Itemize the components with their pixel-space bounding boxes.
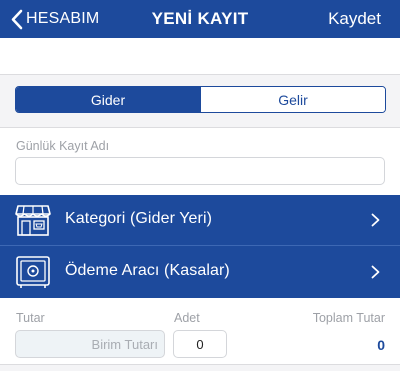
- quantity-label: Adet: [174, 311, 200, 325]
- record-name-label: Günlük Kayıt Adı: [16, 139, 110, 153]
- quantity-input[interactable]: [173, 330, 227, 358]
- store-icon: [15, 205, 51, 236]
- record-name-input[interactable]: [15, 157, 385, 185]
- unit-price-label: Tutar: [16, 311, 45, 325]
- save-button[interactable]: Kaydet: [328, 9, 381, 29]
- navigation-bar: HESABIM YENİ KAYIT Kaydet: [0, 0, 400, 38]
- payment-row[interactable]: Ödeme Aracı (Kasalar): [0, 246, 400, 298]
- divider: [0, 74, 400, 75]
- back-button-label: HESABIM: [26, 10, 100, 27]
- segment-income[interactable]: Gelir: [200, 87, 385, 112]
- segment-expense[interactable]: Gider: [16, 87, 200, 112]
- payment-label: Ödeme Aracı (Kasalar): [65, 262, 230, 279]
- unit-price-input[interactable]: [15, 330, 165, 358]
- amount-panel: Tutar Adet Toplam Tutar 0: [0, 298, 400, 364]
- category-label: Kategori (Gider Yeri): [65, 210, 213, 227]
- total-label: Toplam Tutar: [312, 311, 385, 325]
- header-spacer: [0, 38, 400, 74]
- type-segmented-control: Gider Gelir: [15, 86, 386, 113]
- category-row[interactable]: Kategori (Gider Yeri): [0, 195, 400, 245]
- back-button[interactable]: HESABIM: [10, 8, 99, 30]
- total-amount: 0: [377, 337, 385, 353]
- divider: [0, 364, 400, 365]
- safe-icon: [16, 256, 50, 288]
- chevron-right-icon: [371, 213, 380, 227]
- chevron-left-icon: [11, 9, 23, 29]
- record-name-panel: Günlük Kayıt Adı: [0, 128, 400, 195]
- chevron-right-icon: [371, 265, 380, 279]
